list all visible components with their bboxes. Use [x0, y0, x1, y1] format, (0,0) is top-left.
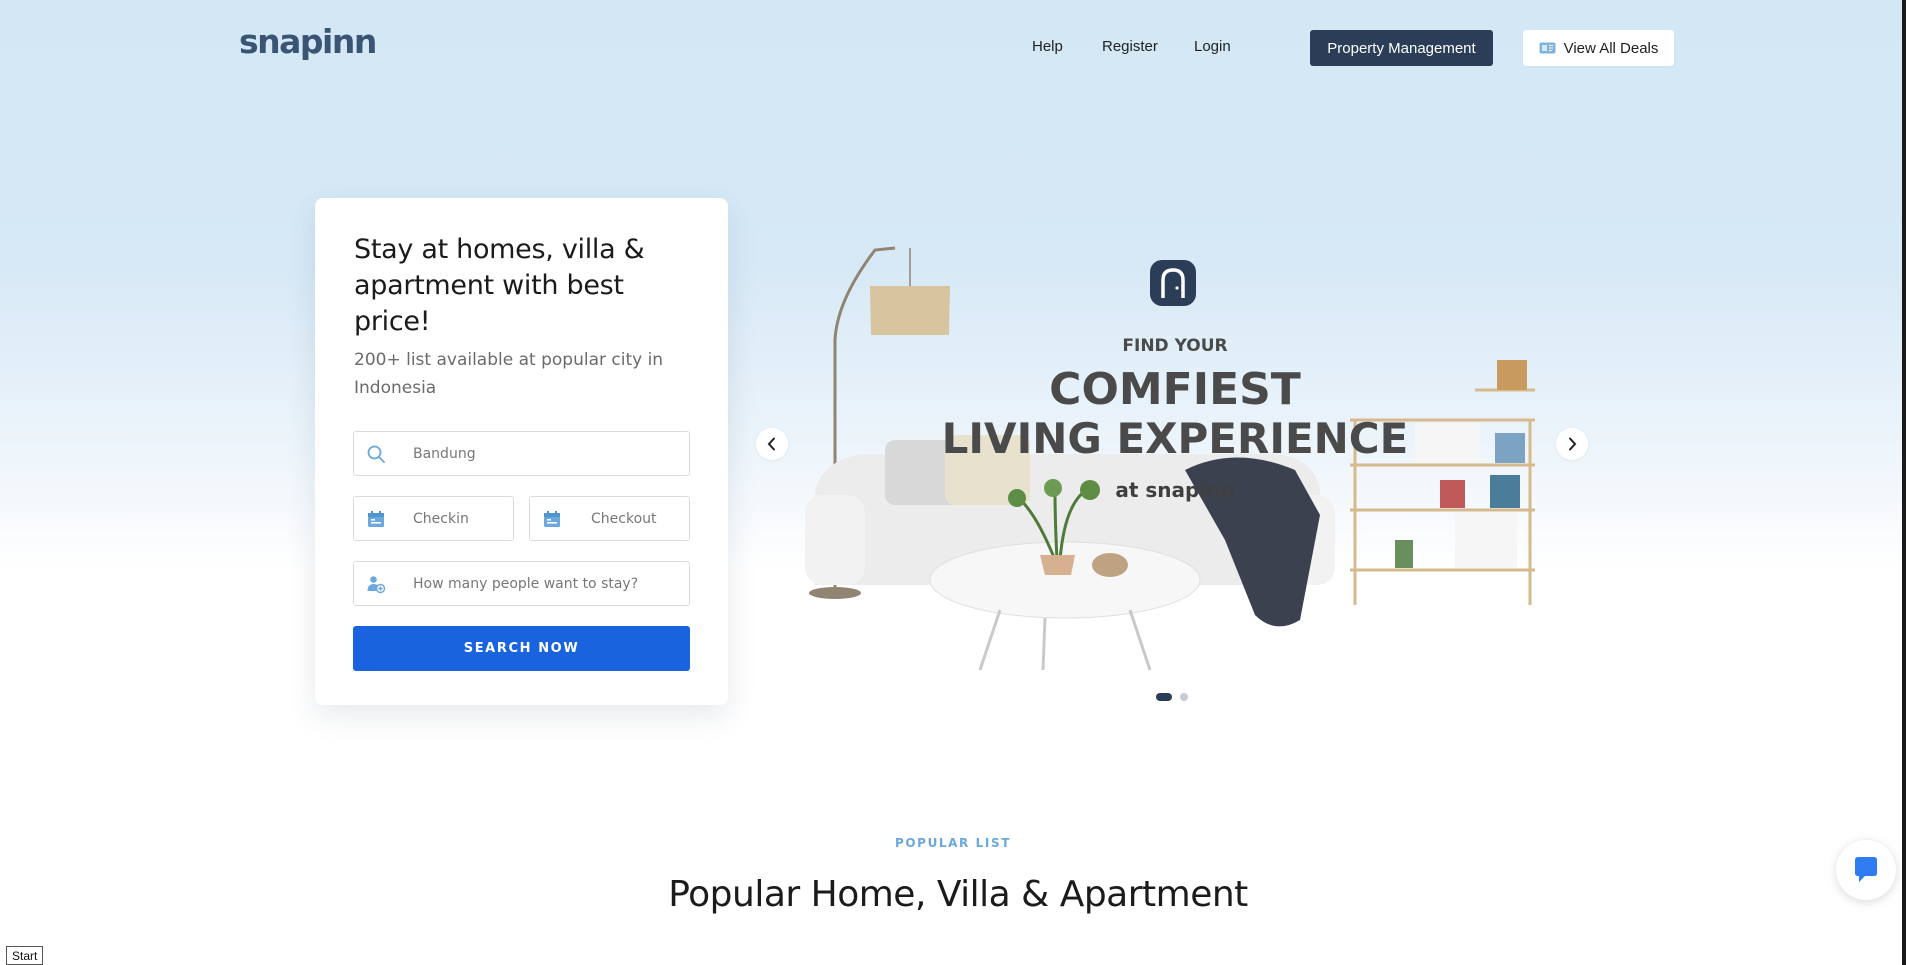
view-all-deals-label: View All Deals: [1563, 39, 1659, 57]
guests-placeholder: How many people want to stay?: [413, 576, 639, 592]
nav-login[interactable]: Login: [1194, 38, 1231, 55]
slide-line-find-your: FIND YOUR: [1122, 336, 1228, 356]
slide-line-living-experience: LIVING EXPERIENCE: [941, 414, 1409, 463]
search-card: Stay at homes, villa & apartment with be…: [315, 198, 728, 705]
start-label: Start: [12, 948, 38, 963]
chat-bubble-icon: [1855, 857, 1877, 882]
nav-help[interactable]: Help: [1032, 38, 1063, 55]
carousel-prev-button[interactable]: [756, 428, 788, 460]
carousel-dot-1[interactable]: [1156, 693, 1172, 701]
search-card-title: Stay at homes, villa & apartment with be…: [354, 234, 645, 337]
carousel-slide-image: [805, 246, 1535, 671]
chat-button[interactable]: [1836, 840, 1896, 900]
search-card-subtitle: 200+ list available at popular city in I…: [354, 350, 664, 398]
property-management-label: Property Management: [1327, 39, 1476, 57]
popular-eyebrow: POPULAR LIST: [894, 836, 1012, 850]
location-value: Bandung: [413, 446, 476, 462]
search-icon: [367, 445, 385, 463]
ticket-icon: [1539, 42, 1556, 54]
checkin-input[interactable]: Checkin: [353, 496, 514, 541]
view-all-deals-button[interactable]: View All Deals: [1523, 30, 1674, 66]
chevron-right-icon: [1569, 437, 1577, 451]
window-edge: [1902, 0, 1906, 965]
hero-carousel: FIND YOUR COMFIEST LIVING EXPERIENCE at …: [755, 240, 1595, 710]
start-button[interactable]: Start: [6, 946, 44, 965]
nav-register[interactable]: Register: [1102, 38, 1158, 55]
checkout-input[interactable]: Checkout: [529, 496, 690, 541]
slide-line-comfiest: COMFIEST: [1049, 364, 1301, 415]
calendar-icon: [544, 511, 560, 527]
location-input[interactable]: Bandung: [353, 431, 690, 476]
chevron-left-icon: [767, 437, 775, 451]
property-management-button[interactable]: Property Management: [1310, 30, 1493, 66]
slide-line-at-snapinn: at snapinn: [1115, 478, 1235, 502]
search-now-label: SEARCH NOW: [463, 641, 580, 656]
snapinn-logo[interactable]: snapinn: [239, 22, 377, 61]
carousel-dot-2[interactable]: [1180, 693, 1188, 701]
popular-title: Popular Home, Villa & Apartment: [668, 874, 1248, 915]
search-now-button[interactable]: SEARCH NOW: [353, 626, 690, 671]
calendar-icon: [368, 511, 384, 527]
add-user-icon: [367, 576, 386, 594]
checkout-placeholder: Checkout: [591, 511, 657, 527]
guests-input[interactable]: How many people want to stay?: [353, 561, 690, 606]
carousel-next-button[interactable]: [1556, 428, 1588, 460]
checkin-placeholder: Checkin: [413, 511, 469, 527]
